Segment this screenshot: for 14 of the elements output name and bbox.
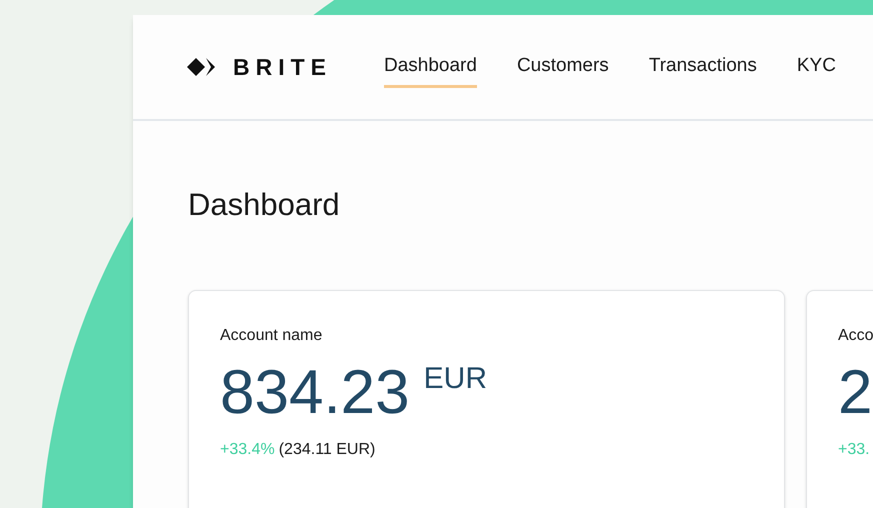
nav-tab[interactable]: Customers — [516, 46, 609, 88]
balance-amount: 2 — [838, 362, 872, 424]
currency-label: EUR — [424, 364, 487, 394]
page-title: Dashboard — [188, 189, 341, 220]
change-amount: (234.11 EUR) — [278, 440, 376, 460]
nav-tab[interactable]: Dashboard — [384, 46, 477, 88]
change-percent: +33.4% — [220, 440, 275, 460]
nav-tab[interactable]: Transactions — [648, 46, 757, 88]
nav-tab[interactable]: KYC — [796, 46, 836, 88]
account-name: Acco — [838, 326, 873, 346]
brand-name: BRITE — [233, 52, 332, 82]
account-name: Account name — [220, 326, 324, 346]
balance-amount: 834.23 — [220, 362, 410, 424]
change-percent: +33. — [838, 440, 870, 460]
